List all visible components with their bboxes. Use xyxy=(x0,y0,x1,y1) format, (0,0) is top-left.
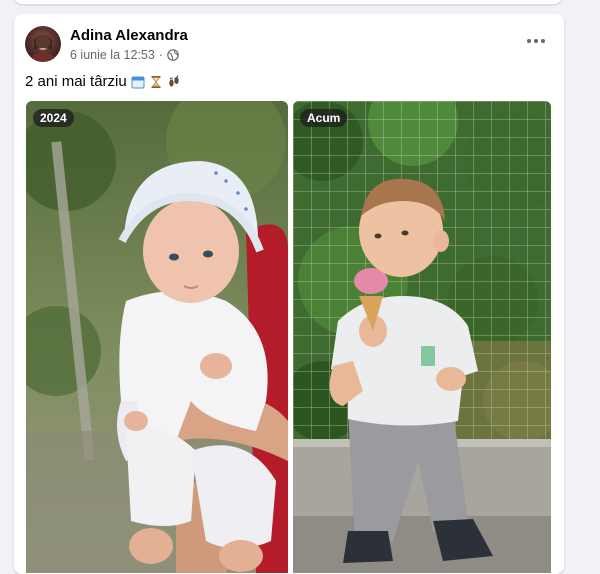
photo-tag: Acum xyxy=(300,109,348,127)
post-caption: 2 ani mai târziu xyxy=(25,73,181,90)
more-options-button[interactable] xyxy=(522,32,550,50)
avatar-image xyxy=(31,34,55,62)
baby-photo xyxy=(26,101,288,573)
footprints-icon xyxy=(167,74,181,89)
author-name[interactable]: Adina Alexandra xyxy=(70,27,188,44)
photo-2024[interactable]: 2024 xyxy=(26,101,288,573)
previous-card-edge xyxy=(14,0,562,4)
hourglass-icon xyxy=(149,75,163,89)
post-meta: 6 iunie la 12:53 · xyxy=(70,48,179,62)
photo-acum[interactable]: Acum xyxy=(293,101,551,573)
photo-tag: 2024 xyxy=(33,109,74,127)
globe-icon[interactable] xyxy=(167,49,179,61)
avatar[interactable] xyxy=(25,26,61,62)
meta-separator: · xyxy=(158,48,163,62)
calendar-icon xyxy=(131,75,145,89)
post-timestamp[interactable]: 6 iunie la 12:53 xyxy=(70,48,155,62)
more-dot xyxy=(534,39,538,43)
toddler-photo xyxy=(293,101,551,573)
more-dot xyxy=(541,39,545,43)
more-dot xyxy=(527,39,531,43)
post-card: Adina Alexandra 6 iunie la 12:53 · 2 ani… xyxy=(14,14,564,574)
caption-text: 2 ani mai târziu xyxy=(25,73,127,90)
